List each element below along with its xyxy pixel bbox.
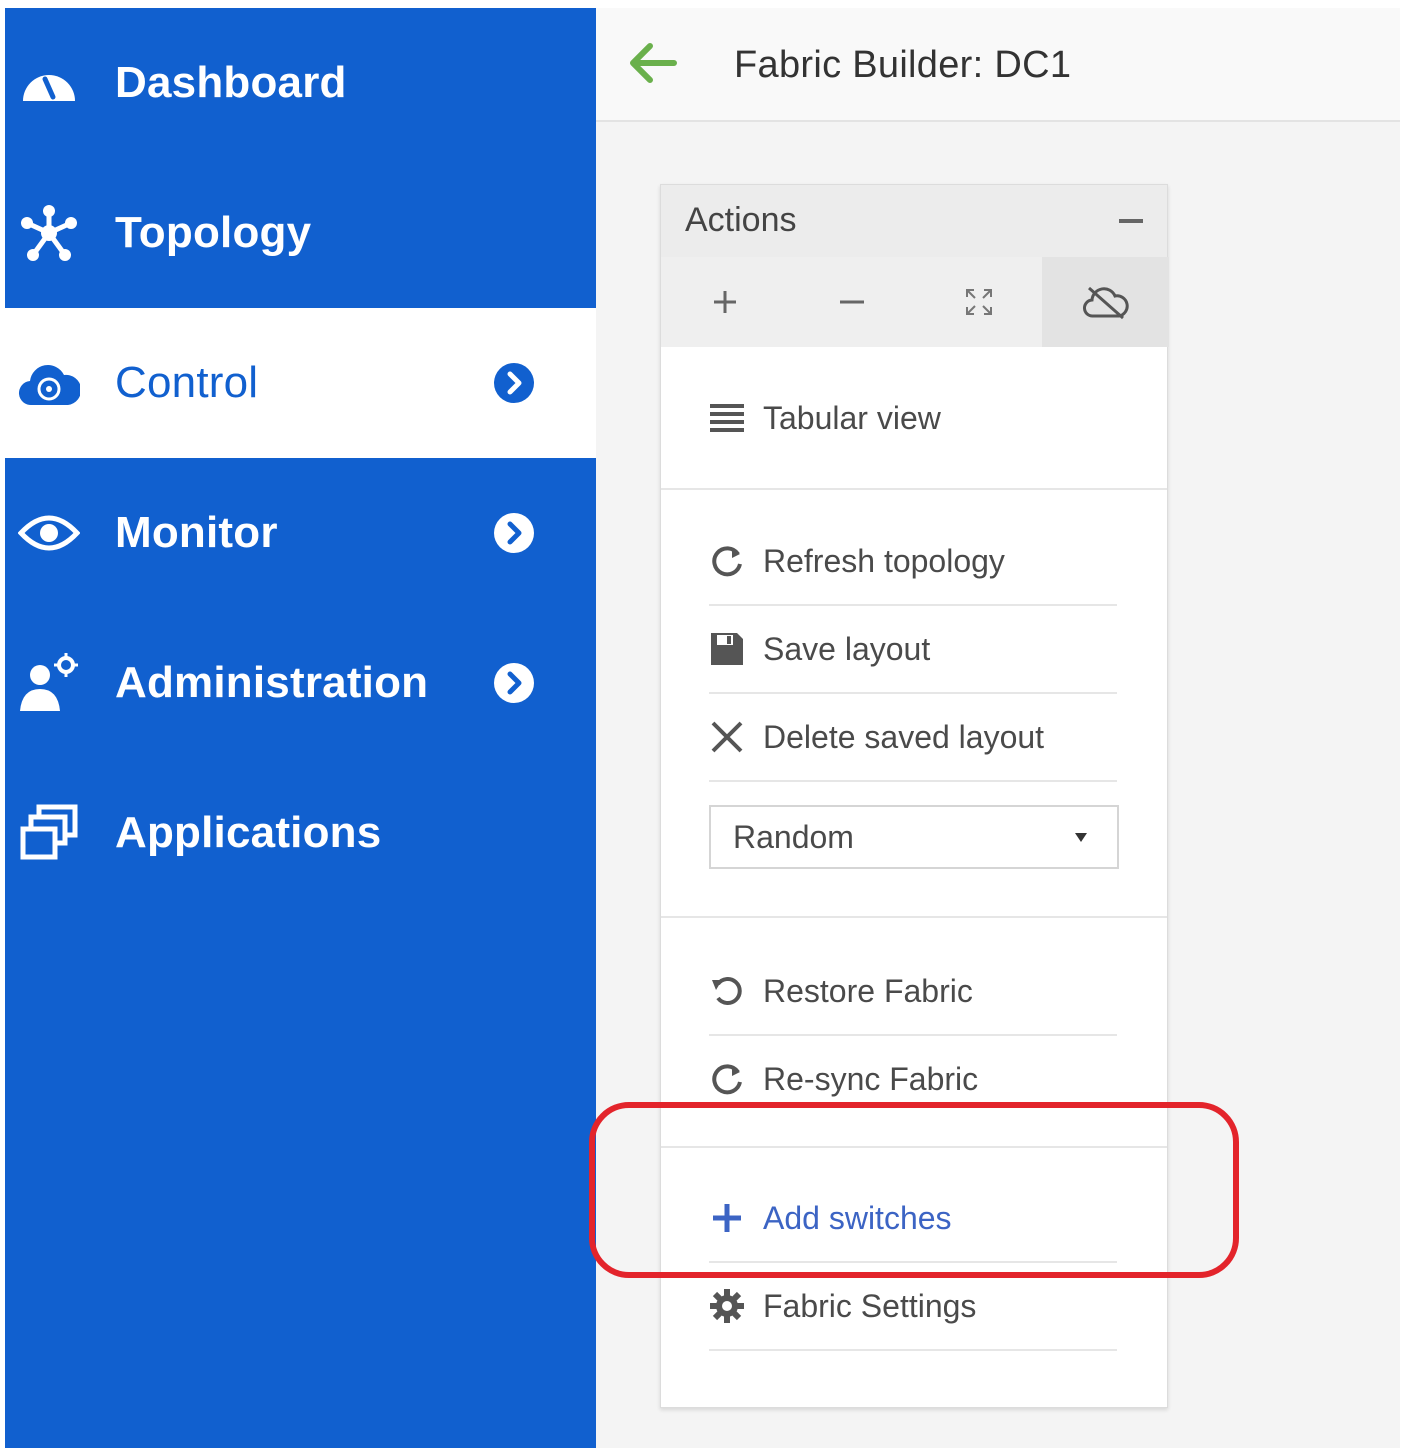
tabular-view-item[interactable]: Tabular view [709,375,1117,461]
restore-undo-icon [709,973,745,1009]
fabric-settings-item[interactable]: Fabric Settings [709,1263,1117,1351]
refresh-icon [709,543,745,579]
back-arrow-icon[interactable] [628,40,678,86]
fit-screen-icon[interactable] [915,257,1042,347]
nav-label: Topology [115,208,312,257]
nav-label: Dashboard [115,58,347,107]
nav-item-applications[interactable]: Applications [5,758,596,908]
nav-label: Administration [115,658,429,707]
item-label: Delete saved layout [763,718,1045,755]
actions-panel-title: Actions [685,201,797,239]
nav-item-administration[interactable]: Administration [5,608,596,758]
item-label: Save layout [763,630,931,667]
nav-item-topology[interactable]: Topology [5,158,596,308]
save-floppy-icon [709,631,745,667]
resync-fabric-item[interactable]: Re-sync Fabric [709,1036,1117,1122]
nav-label: Applications [115,808,382,857]
plus-icon [709,1200,745,1236]
actions-panel-header: Actions [661,185,1167,257]
sidebar-nav: Dashboard Topology Control Monitor Admin… [5,8,596,1448]
add-switches-item[interactable]: Add switches [709,1175,1117,1263]
item-label: Tabular view [763,399,941,436]
chevron-right-icon [493,512,535,554]
applications-windows-icon [17,801,81,865]
section-divider [661,488,1167,490]
gear-icon [709,1288,745,1324]
zoom-in-plus-icon[interactable] [661,257,788,347]
restore-fabric-item[interactable]: Restore Fabric [709,948,1117,1036]
topology-icon [17,201,81,265]
actions-toolbar [661,257,1169,347]
save-layout-item[interactable]: Save layout [709,606,1117,694]
refresh-topology-item[interactable]: Refresh topology [709,518,1117,606]
admin-user-gear-icon [17,651,81,715]
chevron-right-icon [493,362,535,404]
close-x-icon [709,719,745,755]
layout-select-value: Random [733,819,854,855]
cloud-off-icon[interactable] [1042,257,1169,347]
page-header: Fabric Builder: DC1 [596,8,1400,122]
nav-item-control[interactable]: Control [5,308,596,458]
layout-select[interactable]: Random [709,805,1119,869]
collapse-minus-icon[interactable] [1119,219,1143,223]
page-title: Fabric Builder: DC1 [734,44,1072,86]
section-divider [661,916,1167,918]
resync-icon [709,1061,745,1097]
item-label: Restore Fabric [763,972,973,1009]
list-lines-icon [709,400,745,436]
control-cloud-icon [17,351,81,415]
item-label: Add switches [763,1199,952,1236]
delete-saved-layout-item[interactable]: Delete saved layout [709,694,1117,782]
eye-icon [17,501,81,565]
chevron-right-icon [493,662,535,704]
main-content: Fabric Builder: DC1 Actions Tabular view… [596,8,1400,1448]
dashboard-gauge-icon [17,51,81,115]
caret-down-icon [1075,833,1087,842]
zoom-out-minus-icon[interactable] [788,257,915,347]
actions-panel: Actions Tabular view Refresh topology Sa… [660,184,1169,1408]
section-divider [661,1146,1167,1148]
nav-label: Monitor [115,508,278,557]
item-label: Fabric Settings [763,1287,977,1324]
nav-item-monitor[interactable]: Monitor [5,458,596,608]
nav-item-dashboard[interactable]: Dashboard [5,8,596,158]
item-label: Re-sync Fabric [763,1060,979,1097]
nav-label: Control [115,358,259,407]
item-label: Refresh topology [763,542,1005,579]
